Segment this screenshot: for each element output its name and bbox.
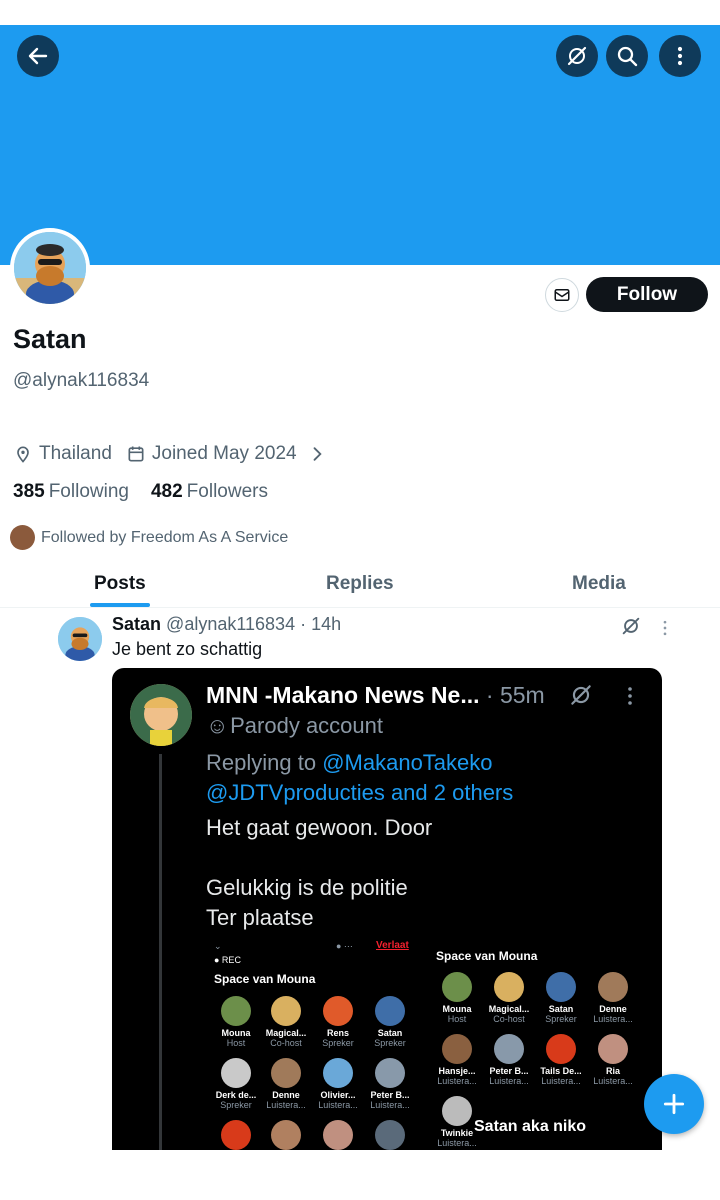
space-panel-right: Space van Mouna Mouna Host Magical... Co-h… — [432, 946, 658, 1150]
embedded-avatar — [130, 684, 192, 746]
space-title: Space van Mouna — [214, 972, 316, 986]
chevron-down-icon: ⌄ — [214, 941, 222, 951]
space-person: Peter B... Luistera... — [481, 1034, 537, 1086]
space-person: Ria Luistera... — [585, 1034, 641, 1086]
profile-avatar[interactable] — [10, 228, 90, 308]
search-button[interactable] — [606, 35, 648, 77]
followers-link[interactable]: 482 Followers — [151, 481, 268, 503]
space-person: Mouna Host — [429, 972, 485, 1024]
embedded-text: Het gaat gewoon. Door Gelukkig is de pol… — [206, 815, 433, 930]
grok-button[interactable] — [556, 35, 598, 77]
tab-media[interactable]: Media — [572, 573, 626, 595]
space-person: Mouna Host — [208, 996, 264, 1048]
status-bar — [0, 0, 720, 25]
follow-button[interactable]: Follow — [586, 277, 708, 312]
space-person: Magical... Co-host — [481, 972, 537, 1024]
space-person: Tails De... Luistera... — [533, 1034, 589, 1086]
follower-avatar — [10, 525, 35, 550]
space-person: Satan Spreker — [533, 972, 589, 1024]
followed-by[interactable]: Followed by Freedom As A Service — [10, 525, 288, 550]
profile-handle: @alynak116834 — [13, 370, 150, 391]
parody-badge: ☺ Parody account — [206, 713, 383, 738]
calendar-icon — [126, 444, 146, 464]
post-media-image[interactable]: MNN -Makano News Ne... · 55m ☺ Parody ac… — [112, 668, 662, 1150]
message-button[interactable] — [545, 278, 579, 312]
location-icon — [13, 444, 33, 464]
space-icons: ● ⋯ — [336, 941, 353, 951]
chevron-right-icon[interactable] — [307, 444, 327, 464]
space-person — [362, 1120, 418, 1150]
mail-icon — [554, 289, 570, 301]
verlaat-link: Verlaat — [376, 940, 409, 951]
more-button[interactable] — [659, 35, 701, 77]
rec-label: ● REC — [214, 955, 241, 965]
space-person: Rens Spreker — [310, 996, 366, 1048]
following-link[interactable]: 385 Following — [13, 481, 129, 503]
post-more-icon[interactable] — [655, 618, 675, 638]
mask-icon: ☺ — [206, 713, 229, 738]
back-arrow-icon — [28, 47, 48, 65]
grok-icon[interactable] — [620, 615, 642, 637]
compose-button[interactable] — [644, 1074, 704, 1134]
followed-by-text: Followed by Freedom As A Service — [41, 528, 289, 546]
post-handle[interactable]: @alynak116834 — [166, 614, 295, 634]
profile-stats: 385 Following 482 Followers — [13, 481, 268, 503]
thread-line — [159, 754, 162, 1150]
tab-posts[interactable]: Posts — [94, 573, 146, 595]
space-person: Magical... Co-host — [258, 996, 314, 1048]
grok-icon — [567, 46, 587, 66]
grok-icon — [571, 685, 591, 705]
more-vertical-icon — [628, 687, 632, 705]
space-title: Space van Mouna — [436, 949, 538, 963]
space-person: Denne Luistera... — [258, 1058, 314, 1110]
search-icon — [617, 46, 638, 67]
space-panel-left: ⌄ ● REC ● ⋯ Verlaat Space van Mouna Moun… — [206, 938, 418, 1150]
post-header: Satan @alynak116834 · 14h — [112, 614, 341, 635]
post-author[interactable]: Satan — [112, 614, 161, 634]
replying-to: Replying to @MakanoTakeko @JDTVproductie… — [206, 750, 514, 805]
space-person: Hansje... Luistera... — [429, 1034, 485, 1086]
more-vertical-icon — [677, 46, 683, 66]
avatar-image — [14, 232, 86, 304]
location-text: Thailand — [39, 443, 112, 464]
space-person: Denne Luistera... — [585, 972, 641, 1024]
profile-tabs: Posts Replies Media — [0, 560, 720, 608]
avatar-image — [58, 617, 102, 661]
profile-name: Satan — [13, 324, 87, 354]
post-avatar[interactable] — [58, 617, 102, 661]
media-caption: Satan aka niko — [474, 1118, 587, 1135]
post-time: · 14h — [300, 614, 342, 634]
space-person: Satan Spreker — [362, 996, 418, 1048]
plus-icon — [663, 1093, 685, 1115]
post-text: Je bent zo schattig — [112, 639, 263, 659]
space-person — [208, 1120, 264, 1150]
joined-text: Joined May 2024 — [151, 443, 297, 464]
profile-meta: Thailand Joined May 2024 — [13, 443, 333, 465]
space-person — [310, 1120, 366, 1150]
back-button[interactable] — [17, 35, 59, 77]
space-person — [258, 1120, 314, 1150]
space-person: Olivier... Luistera... — [310, 1058, 366, 1110]
space-person: Derk de... Spreker — [208, 1058, 264, 1110]
space-person: Peter B... Luistera... — [362, 1058, 418, 1110]
embedded-header: MNN -Makano News Ne... · 55m — [206, 682, 545, 708]
active-tab-indicator — [90, 603, 150, 607]
tab-replies[interactable]: Replies — [326, 573, 394, 595]
